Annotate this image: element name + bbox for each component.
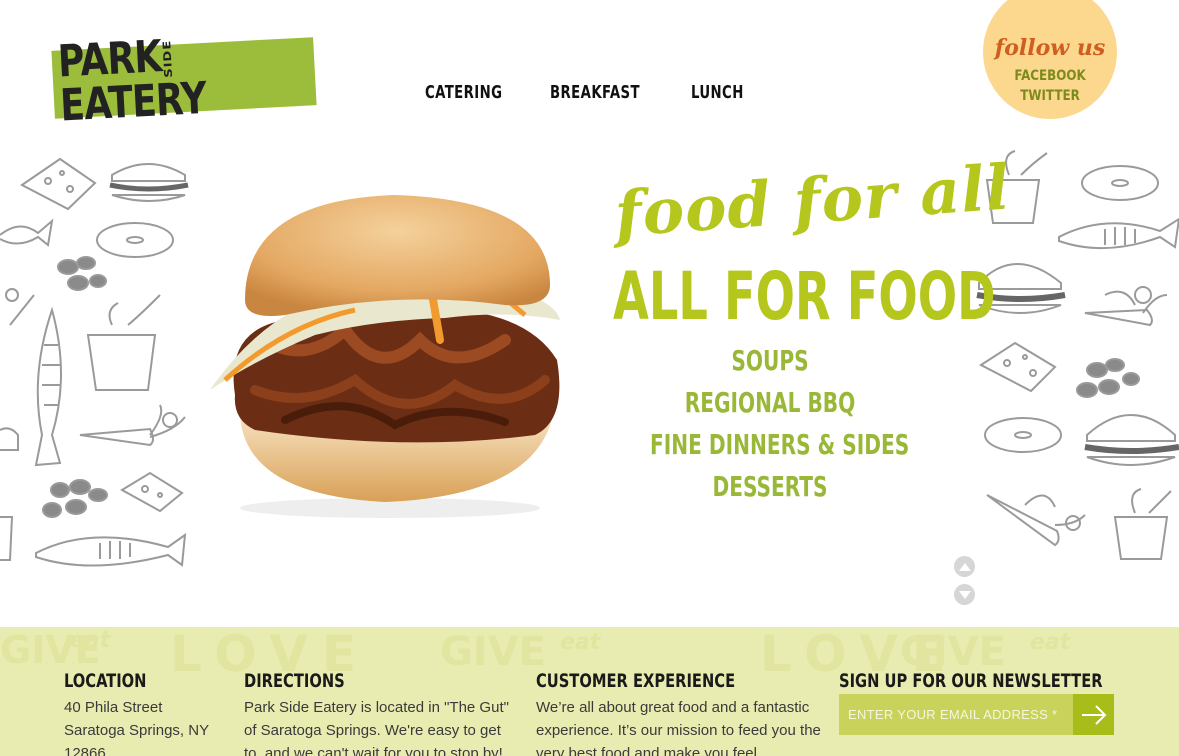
menu-item-soups[interactable]: SOUPS [650,340,890,382]
svg-text:eat: eat [560,630,602,655]
experience-title: CUSTOMER EXPERIENCE [536,670,736,692]
svg-text:GIVE: GIVE [440,629,546,675]
follow-us-badge: follow us FACEBOOK TWITTER [983,0,1117,119]
svg-text:GIVE: GIVE [900,629,1006,675]
nav-breakfast[interactable]: BREAKFAST [550,82,640,103]
logo-text: PARKSIDEEATERY [56,31,208,132]
site-logo[interactable]: PARKSIDEEATERY [51,31,317,131]
slider-down-arrow-icon[interactable] [954,584,975,605]
newsletter-title: SIGN UP FOR OUR NEWSLETTER [839,670,1103,692]
facebook-link[interactable]: FACEBOOK [993,68,1107,84]
menu-item-desserts[interactable]: DESSERTS [650,466,890,508]
slider-up-arrow-icon[interactable] [954,556,975,577]
experience-section: CUSTOMER EXPERIENCE We’re all about grea… [536,670,821,756]
follow-us-title: follow us [994,35,1106,61]
address-line-3: 12866 [64,745,106,756]
nav-lunch[interactable]: LUNCH [691,82,744,103]
arrow-right-icon [1081,704,1106,725]
site-footer: GIVE eat LOVE GIVE eat LOVE GIVE eat LOC… [0,627,1179,756]
pulled-pork-sandwich-image [210,195,560,518]
newsletter-submit-button[interactable] [1073,694,1114,735]
location-title: LOCATION [64,670,147,692]
twitter-link[interactable]: TWITTER [993,88,1107,104]
newsletter-email-input[interactable] [839,694,1073,735]
hero-menu-list: SOUPS REGIONAL BBQ FINE DINNERS & SIDES … [620,340,920,508]
location-section: LOCATION 40 Phila Street Saratoga Spring… [64,670,224,756]
menu-item-regional-bbq[interactable]: REGIONAL BBQ [650,382,890,424]
directions-title: DIRECTIONS [244,670,345,692]
newsletter-section: SIGN UP FOR OUR NEWSLETTER [839,670,1119,696]
main-nav: CATERING BREAKFAST LUNCH [425,82,756,103]
tagline-script: food for all [612,150,1013,251]
svg-text:eat: eat [70,628,112,653]
experience-text: We’re all about great food and a fantast… [536,699,821,756]
directions-text: Park Side Eatery is located in "The Gut"… [244,699,509,756]
menu-item-fine-dinners[interactable]: FINE DINNERS & SIDES [650,424,909,466]
address-line-2: Saratoga Springs, NY [64,722,210,739]
address-line-1: 40 Phila Street [64,699,163,716]
svg-text:eat: eat [1030,630,1072,655]
tagline-bold: ALL FOR FOOD [613,258,996,335]
food-doodles-left [0,157,189,567]
directions-section: DIRECTIONS Park Side Eatery is located i… [244,670,514,756]
nav-catering[interactable]: CATERING [425,82,502,103]
